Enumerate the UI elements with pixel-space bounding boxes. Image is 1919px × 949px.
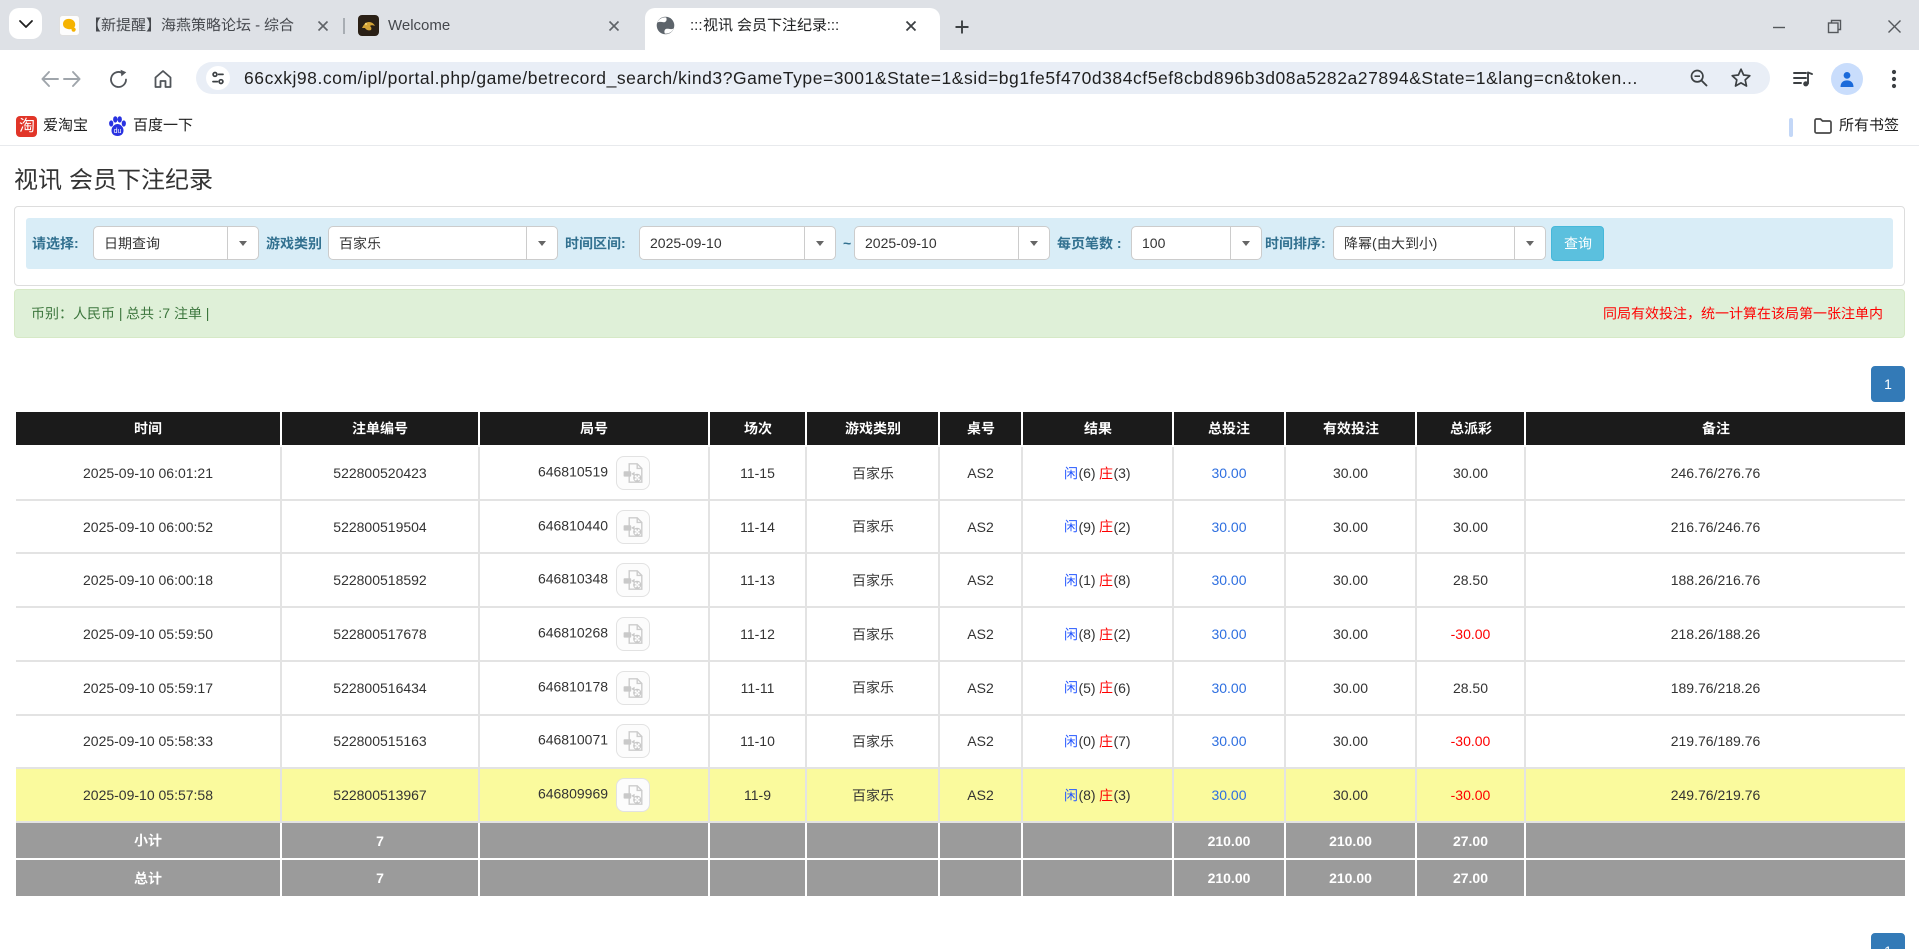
svg-text:du: du <box>114 128 122 135</box>
